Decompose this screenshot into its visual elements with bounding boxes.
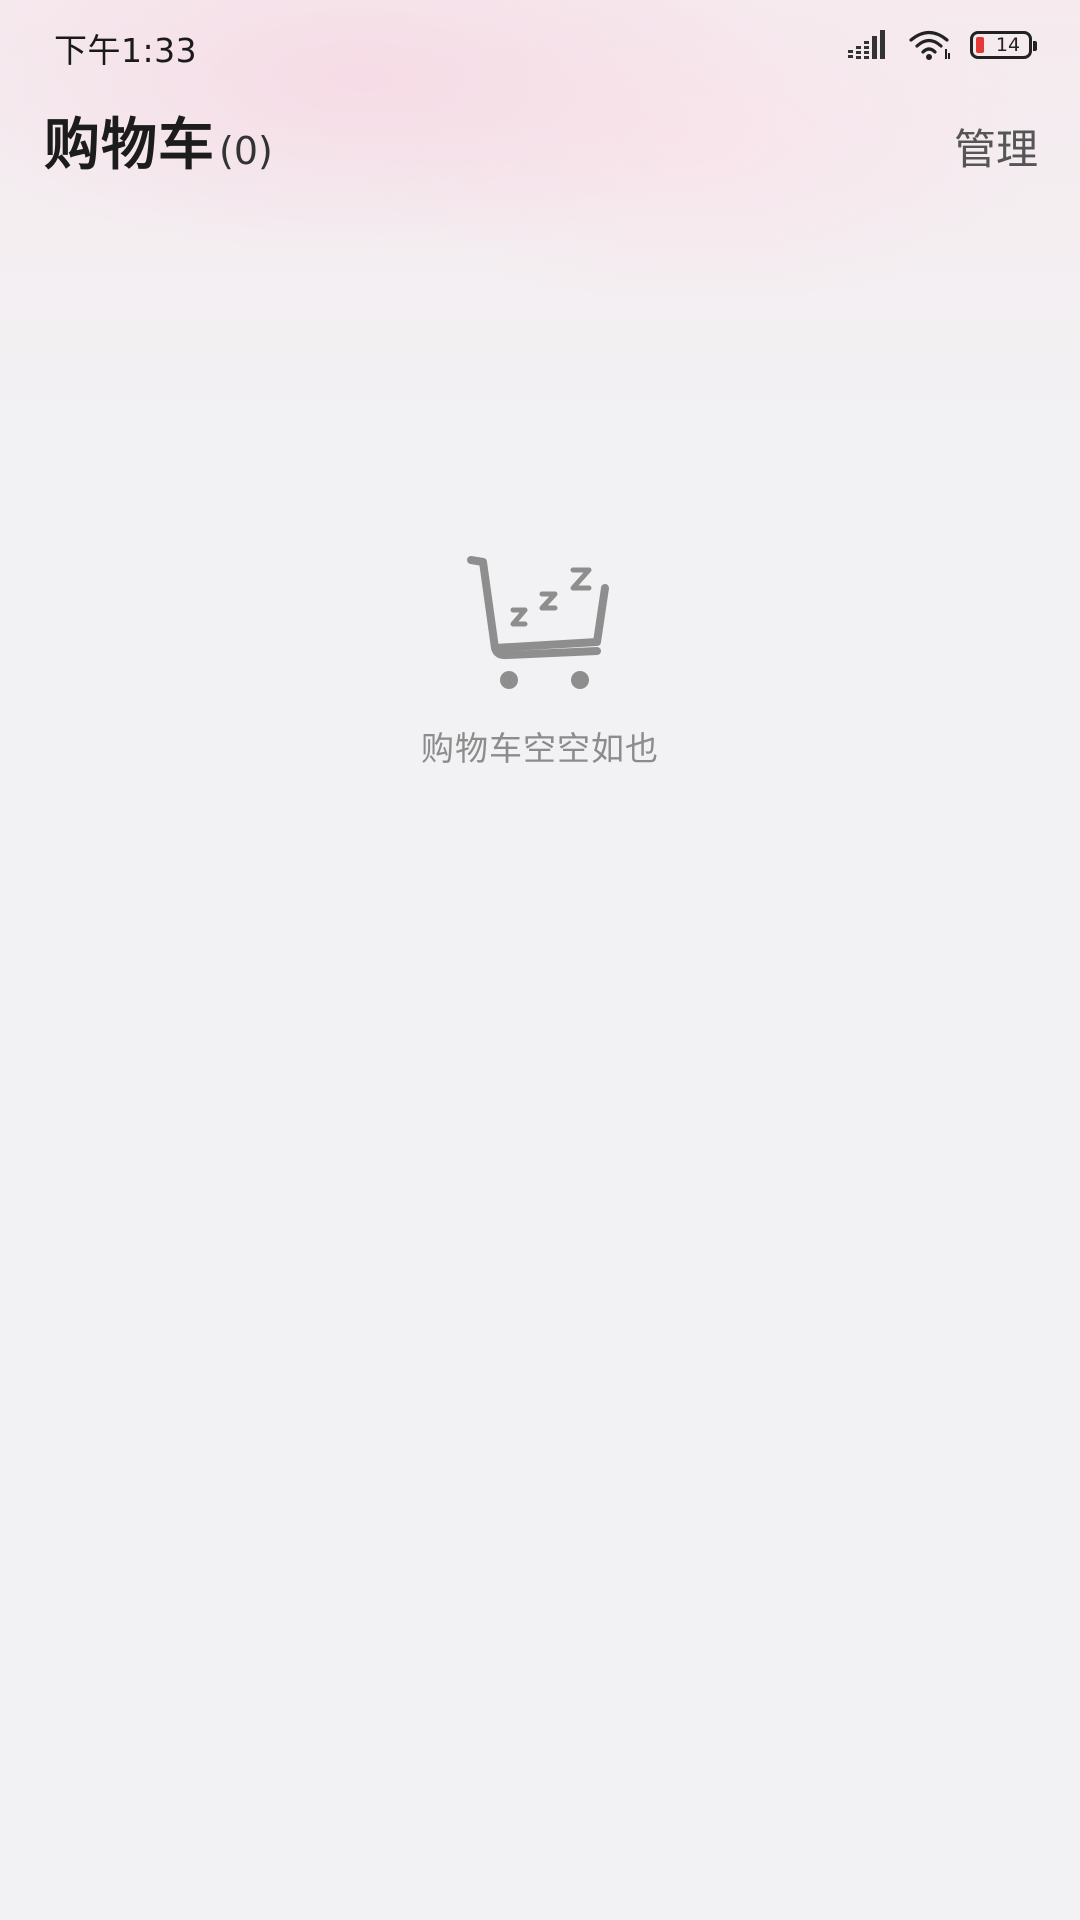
status-time: 下午1:33 <box>54 31 198 70</box>
page-title: 购物车 (0) <box>44 100 273 181</box>
status-icons: 14 <box>830 28 1037 62</box>
page-header: 购物车 (0) 管理 <box>0 92 1080 192</box>
empty-cart-state: 购物车空空如也 <box>0 550 1080 770</box>
sleeping-cart-icon <box>467 556 609 689</box>
battery-cap <box>1033 41 1037 51</box>
manage-button[interactable]: 管理 <box>954 116 1038 177</box>
battery-level-indicator <box>976 37 984 53</box>
empty-cart-message: 购物车空空如也 <box>421 729 659 768</box>
page-title-text: 购物车 <box>44 113 215 178</box>
status-bar: 下午1:33 14 <box>0 0 1080 92</box>
cart-item-count: (0) <box>219 129 273 173</box>
battery-icon: 14 <box>970 31 1037 59</box>
signal-icon <box>848 30 885 59</box>
wifi-icon <box>909 30 950 60</box>
battery-percentage: 14 <box>995 34 1021 56</box>
